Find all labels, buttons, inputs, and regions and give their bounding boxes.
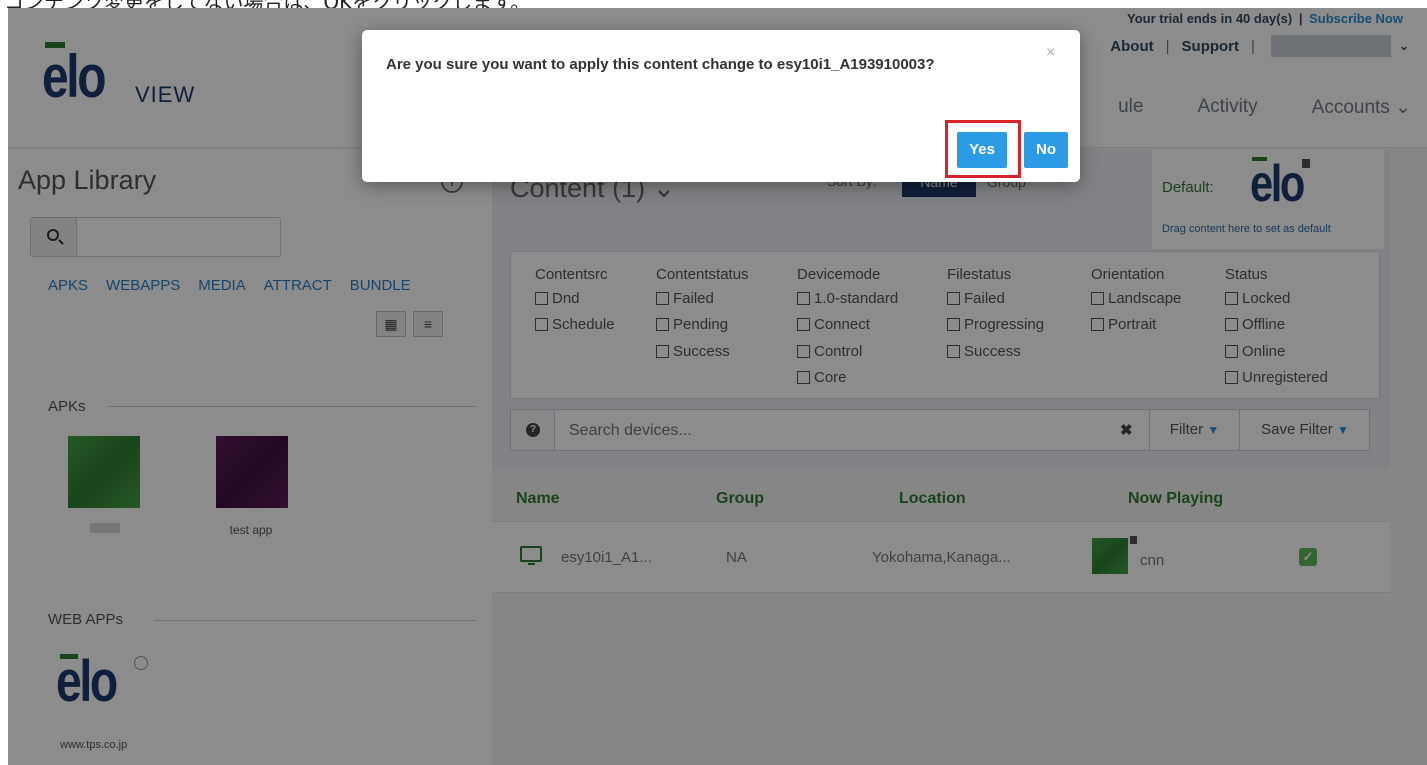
yes-button[interactable]: Yes <box>957 132 1007 168</box>
no-button[interactable]: No <box>1024 132 1068 168</box>
close-icon[interactable]: × <box>1046 44 1055 62</box>
caption-strip: コンテンツ変更をしてない場合は、OKをクリックします。 <box>0 0 1427 8</box>
confirm-message: Are you sure you want to apply this cont… <box>386 56 935 73</box>
caption-text: コンテンツ変更をしてない場合は、OKをクリックします。 <box>4 0 530 8</box>
confirm-dialog: Are you sure you want to apply this cont… <box>362 30 1080 182</box>
